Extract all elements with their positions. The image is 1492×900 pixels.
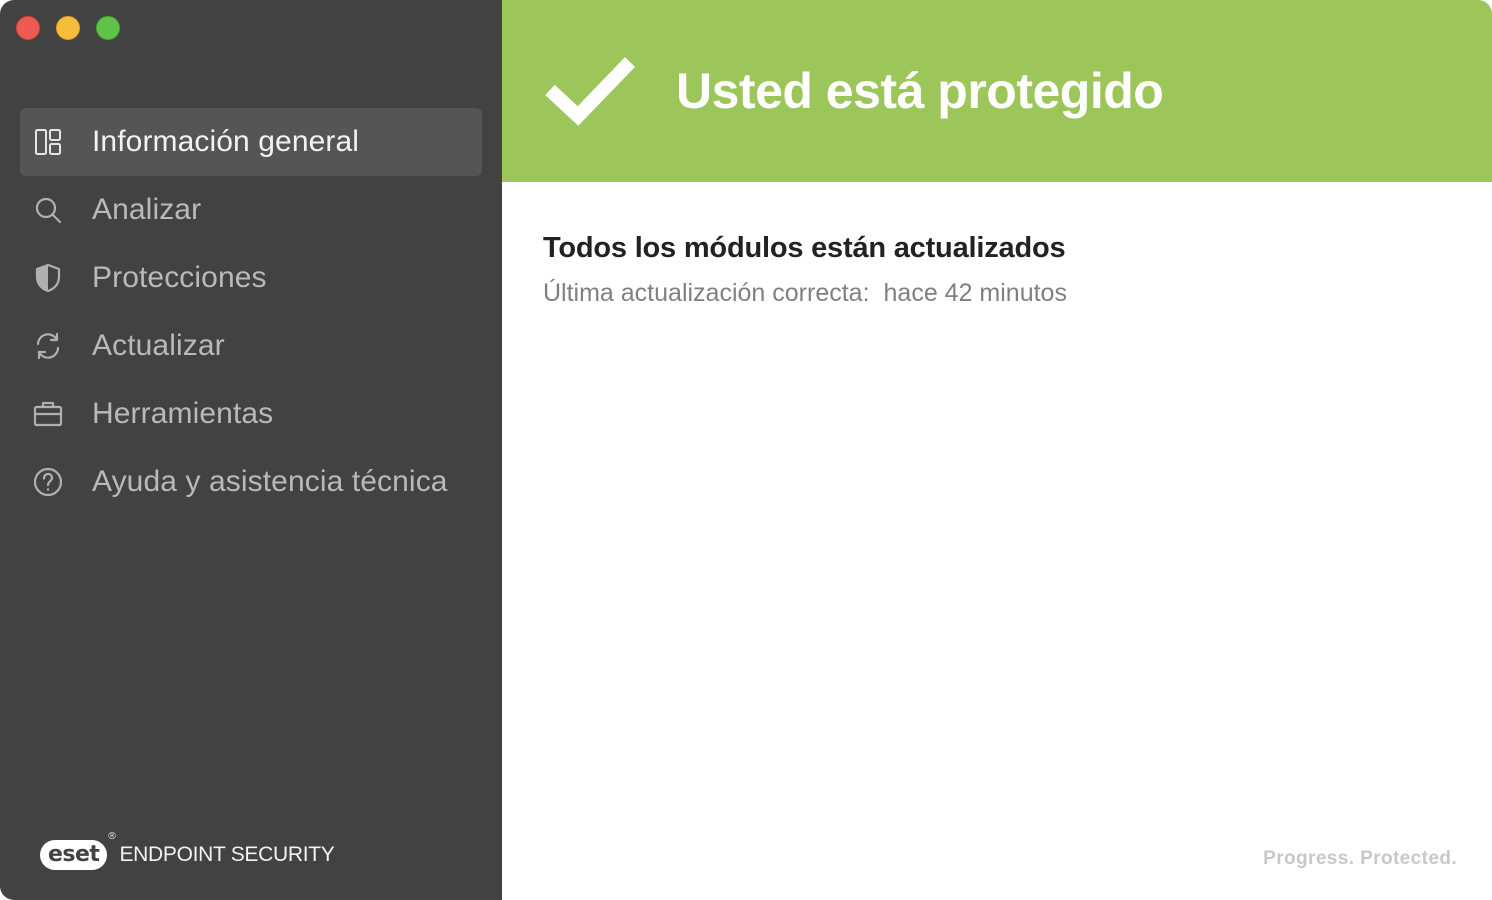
close-window-button[interactable] xyxy=(16,16,40,40)
sidebar-item-protections[interactable]: Protecciones xyxy=(20,244,482,312)
sidebar-item-label: Protecciones xyxy=(92,261,267,294)
shield-icon xyxy=(32,262,64,294)
maximize-window-button[interactable] xyxy=(96,16,120,40)
help-icon xyxy=(32,466,64,498)
module-status: Todos los módulos están actualizados Últ… xyxy=(502,182,1492,308)
sidebar-item-label: Información general xyxy=(92,125,360,158)
brand: eset ® ENDPOINT SECURITY xyxy=(40,832,335,870)
refresh-icon xyxy=(32,330,64,362)
product-name: ENDPOINT SECURITY xyxy=(119,843,335,866)
tagline: Progress. Protected. xyxy=(1263,848,1457,869)
sidebar-nav: Información general Analizar Proteccione… xyxy=(20,108,482,516)
search-icon xyxy=(32,194,64,226)
sidebar-item-overview[interactable]: Información general xyxy=(20,108,482,176)
sidebar-item-label: Analizar xyxy=(92,193,202,226)
eset-logo: eset ® xyxy=(40,832,117,870)
last-update-value: hace 42 minutos xyxy=(883,279,1067,307)
overview-icon xyxy=(32,126,64,158)
sidebar-item-label: Herramientas xyxy=(92,397,274,430)
briefcase-icon xyxy=(32,398,64,430)
minimize-window-button[interactable] xyxy=(56,16,80,40)
module-status-title: Todos los módulos están actualizados xyxy=(543,232,1066,264)
sidebar-item-tools[interactable]: Herramientas xyxy=(20,380,482,448)
sidebar-item-label: Ayuda y asistencia técnica xyxy=(92,465,448,498)
status-title: Usted está protegido xyxy=(676,63,1164,119)
window-controls xyxy=(16,16,120,40)
last-update-line: Última actualización correcta: hace 42 mi… xyxy=(543,279,1492,308)
app-window: Información general Analizar Proteccione… xyxy=(0,0,1492,900)
sidebar-item-help[interactable]: Ayuda y asistencia técnica xyxy=(20,448,482,516)
checkmark-icon xyxy=(545,57,636,126)
sidebar: Información general Analizar Proteccione… xyxy=(0,0,502,900)
sidebar-item-scan[interactable]: Analizar xyxy=(20,176,482,244)
main-panel: Usted está protegido Todos los módulos e… xyxy=(502,0,1492,900)
status-banner: Usted está protegido xyxy=(502,0,1492,182)
sidebar-item-update[interactable]: Actualizar xyxy=(20,312,482,380)
last-update-label: Última actualización correcta: xyxy=(543,279,870,307)
sidebar-item-label: Actualizar xyxy=(92,329,225,362)
